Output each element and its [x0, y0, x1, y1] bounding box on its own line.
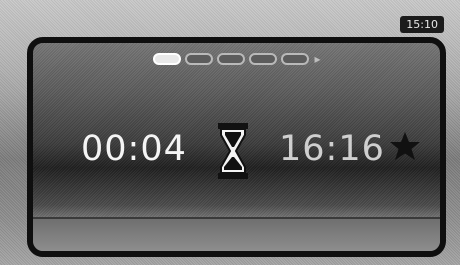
- page-dot-3[interactable]: [216, 53, 245, 65]
- hourglass-icon: [218, 123, 248, 179]
- star-icon[interactable]: [387, 129, 423, 165]
- page-indicator[interactable]: ▸: [152, 52, 321, 66]
- page-dot-2[interactable]: [184, 53, 213, 65]
- screen: 15:10 ▸ 00:04 16:16: [0, 0, 460, 265]
- elapsed-time: 00:04: [81, 129, 187, 169]
- timer-panel: ▸ 00:04 16:16: [27, 37, 446, 257]
- bottom-band: [33, 217, 440, 251]
- status-clock: 15:10: [400, 16, 444, 33]
- page-dot-4[interactable]: [248, 53, 277, 65]
- page-dot-1[interactable]: [152, 53, 181, 65]
- target-time: 16:16: [279, 129, 385, 169]
- page-dot-5[interactable]: [280, 53, 309, 65]
- chevron-right-icon[interactable]: ▸: [314, 52, 320, 66]
- timer-row: 00:04 16:16: [33, 119, 440, 179]
